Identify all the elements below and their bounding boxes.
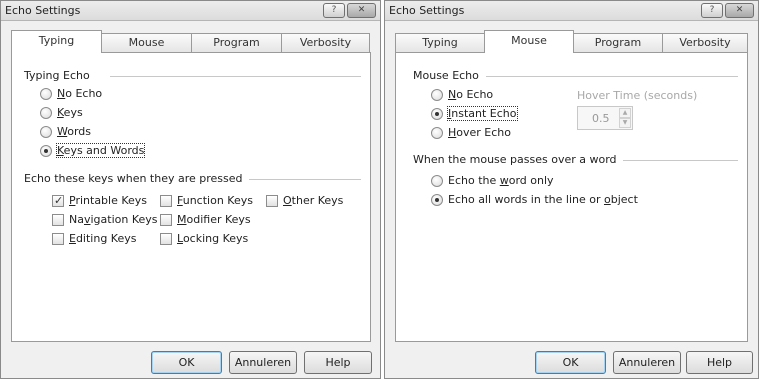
printable-keys-checkbox[interactable]: Printable Keys xyxy=(52,194,147,207)
ok-button[interactable]: OK xyxy=(151,351,222,374)
navigation-keys-checkbox[interactable]: Navigation Keys xyxy=(52,213,158,226)
group-divider xyxy=(110,76,361,77)
checkbox-indicator-checked xyxy=(52,194,64,207)
radio-indicator-selected xyxy=(431,107,443,120)
keys-and-words-radio[interactable]: Keys and Words xyxy=(40,143,146,158)
editing-keys-checkbox[interactable]: Editing Keys xyxy=(52,232,137,245)
group-divider xyxy=(610,160,738,161)
radio-indicator-selected xyxy=(40,144,52,157)
radio-indicator-selected xyxy=(431,193,443,206)
mouse-tab-panel: Mouse Echo No Echo Instant Echo Hover Ec… xyxy=(395,52,748,342)
cancel-button[interactable]: Annuleren xyxy=(229,351,297,374)
hover-echo-radio[interactable]: Hover Echo xyxy=(431,126,511,139)
help-title-button[interactable]: ? xyxy=(323,3,345,18)
checkbox-indicator xyxy=(160,194,172,207)
radio-indicator xyxy=(40,106,52,119)
typing-echo-group-label: Typing Echo xyxy=(24,69,96,82)
checkbox-label: Editing Keys xyxy=(69,232,137,245)
echo-keys-group-label: Echo these keys when they are pressed xyxy=(24,172,249,185)
radio-indicator xyxy=(40,125,52,138)
radio-indicator xyxy=(40,87,52,100)
tab-verbosity[interactable]: Verbosity xyxy=(662,33,748,53)
hover-time-label: Hover Time (seconds) xyxy=(577,89,698,102)
echo-word-only-radio[interactable]: Echo the word only xyxy=(431,174,554,187)
checkbox-label: Navigation Keys xyxy=(69,213,158,226)
radio-indicator xyxy=(431,126,443,139)
tab-typing[interactable]: Typing xyxy=(11,30,102,53)
group-divider xyxy=(486,76,738,77)
locking-keys-checkbox[interactable]: Locking Keys xyxy=(160,232,248,245)
help-title-button[interactable]: ? xyxy=(701,3,723,18)
tab-program[interactable]: Program xyxy=(573,33,663,53)
question-mark-icon: ? xyxy=(331,5,337,15)
tab-strip: Typing Mouse Program Verbosity xyxy=(11,30,370,53)
mouse-echo-group-label: Mouse Echo xyxy=(413,69,485,82)
radio-label: Echo all words in the line or object xyxy=(448,193,638,206)
checkbox-label: Locking Keys xyxy=(177,232,249,245)
no-echo-radio[interactable]: No Echo xyxy=(431,88,493,101)
help-button[interactable]: Help xyxy=(304,351,372,374)
radio-indicator xyxy=(431,174,443,187)
radio-label: Hover Echo xyxy=(448,126,512,139)
word-group-label: When the mouse passes over a word xyxy=(413,153,623,166)
modifier-keys-checkbox[interactable]: Modifier Keys xyxy=(160,213,251,226)
checkbox-label: Printable Keys xyxy=(69,194,148,207)
close-button[interactable]: ✕ xyxy=(725,3,754,18)
keys-radio[interactable]: Keys xyxy=(40,106,83,119)
words-radio[interactable]: Words xyxy=(40,125,91,138)
radio-label: No Echo xyxy=(57,87,103,100)
tab-mouse[interactable]: Mouse xyxy=(101,33,192,53)
hover-time-spinbox[interactable]: 0.5 ▲ ▼ xyxy=(577,106,633,130)
echo-all-words-radio[interactable]: Echo all words in the line or object xyxy=(431,193,638,206)
echo-settings-dialog-mouse: Echo Settings ? ✕ Typing Mouse Program V… xyxy=(384,0,759,379)
no-echo-radio[interactable]: No Echo xyxy=(40,87,102,100)
title-bar: Echo Settings ? ✕ xyxy=(385,1,758,21)
checkbox-indicator xyxy=(160,213,172,226)
window-title: Echo Settings xyxy=(389,4,465,17)
tab-strip: Typing Mouse Program Verbosity xyxy=(395,30,748,53)
checkbox-indicator xyxy=(266,194,278,207)
checkbox-label: Other Keys xyxy=(283,194,344,207)
echo-settings-dialog-typing: Echo Settings ? ✕ Typing Mouse Program V… xyxy=(0,0,381,379)
spin-buttons: ▲ ▼ xyxy=(619,108,631,128)
radio-label: No Echo xyxy=(448,88,494,101)
tab-typing[interactable]: Typing xyxy=(395,33,485,53)
radio-label: Echo the word only xyxy=(448,174,554,187)
help-button[interactable]: Help xyxy=(686,351,753,374)
tab-mouse[interactable]: Mouse xyxy=(484,30,574,53)
function-keys-checkbox[interactable]: Function Keys xyxy=(160,194,253,207)
checkbox-label: Function Keys xyxy=(177,194,253,207)
radio-label: Keys and Words xyxy=(55,143,146,158)
title-bar: Echo Settings ? ✕ xyxy=(1,1,380,21)
radio-indicator xyxy=(431,88,443,101)
spin-down-icon[interactable]: ▼ xyxy=(619,118,631,128)
window-title: Echo Settings xyxy=(5,4,81,17)
radio-label: Instant Echo xyxy=(447,106,518,121)
question-mark-icon: ? xyxy=(709,5,715,15)
checkbox-indicator xyxy=(52,213,64,226)
ok-button[interactable]: OK xyxy=(535,351,606,374)
close-icon: ✕ xyxy=(735,5,744,15)
spin-up-icon[interactable]: ▲ xyxy=(619,108,631,118)
cancel-button[interactable]: Annuleren xyxy=(613,351,681,374)
close-icon: ✕ xyxy=(357,5,366,15)
instant-echo-radio[interactable]: Instant Echo xyxy=(431,106,518,121)
checkbox-indicator xyxy=(160,232,172,245)
tab-verbosity[interactable]: Verbosity xyxy=(281,33,370,53)
other-keys-checkbox[interactable]: Other Keys xyxy=(266,194,343,207)
radio-label: Keys xyxy=(57,106,83,119)
tab-program[interactable]: Program xyxy=(191,33,282,53)
typing-tab-panel: Typing Echo No Echo Keys Words Keys and … xyxy=(11,52,371,342)
hover-time-value: 0.5 xyxy=(592,112,610,125)
close-button[interactable]: ✕ xyxy=(347,3,376,18)
checkbox-label: Modifier Keys xyxy=(177,213,251,226)
checkbox-indicator xyxy=(52,232,64,245)
radio-label: Words xyxy=(57,125,92,138)
